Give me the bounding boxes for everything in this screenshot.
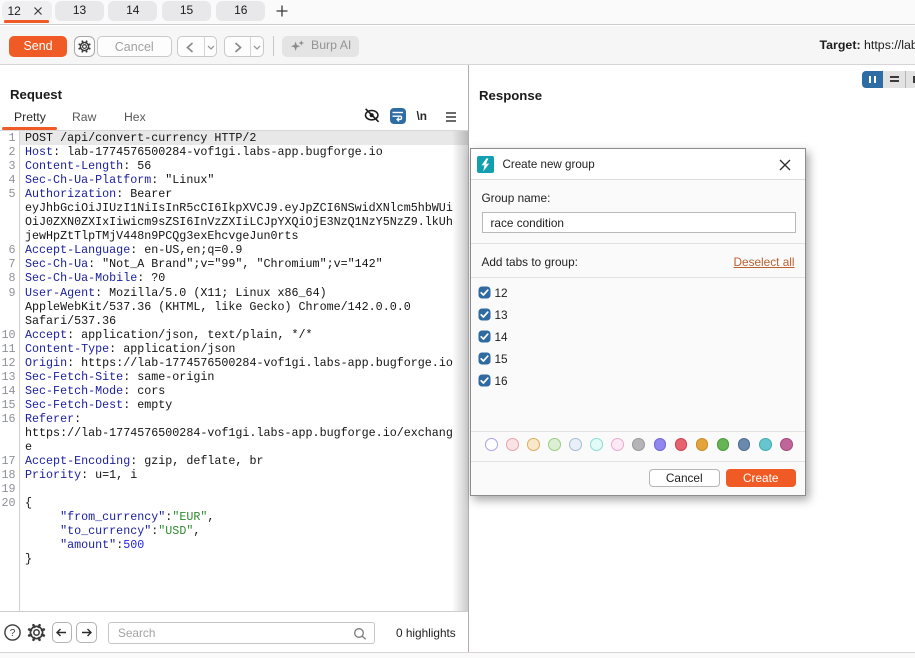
svg-text:?: ? xyxy=(10,628,16,639)
